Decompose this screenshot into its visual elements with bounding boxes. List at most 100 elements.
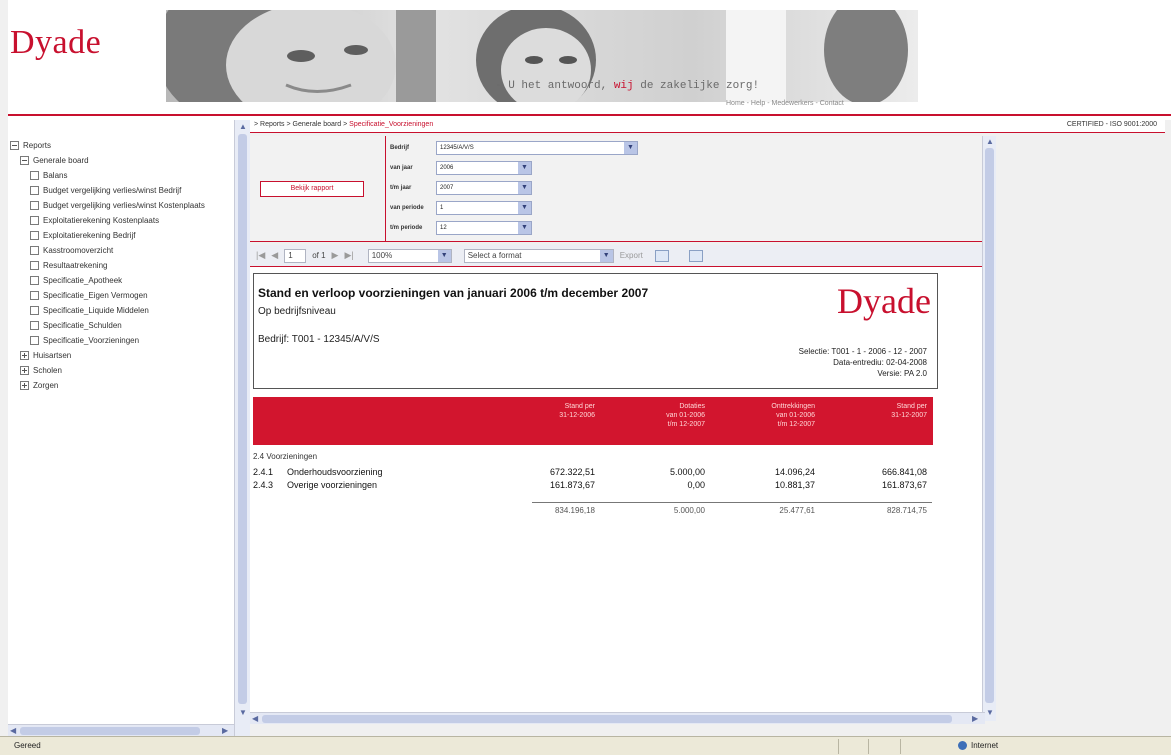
data-entry-line: Data-entrediu: 02-04-2008	[833, 358, 927, 367]
tree-item[interactable]: Budget vergelijking verlies/winst Kosten…	[10, 198, 234, 213]
export-link[interactable]: Export	[620, 251, 643, 260]
plus-box-icon[interactable]	[20, 381, 29, 390]
chevron-down-icon[interactable]: ▼	[624, 142, 637, 154]
tree-item-label: Specificatie_Schulden	[43, 321, 122, 330]
tree-vertical-scrollbar[interactable]: ▲ ▼	[234, 120, 250, 736]
scroll-left-arrow-icon[interactable]: ◀	[10, 726, 16, 735]
parameter-panel: Bekijk rapport Bedrijf 12345/A/V/S ▼ van…	[250, 136, 985, 242]
select-value: 2007	[440, 185, 454, 191]
scroll-thumb[interactable]	[985, 148, 994, 703]
tree-item[interactable]: Scholen	[10, 363, 234, 378]
tree-item[interactable]: Huisartsen	[10, 348, 234, 363]
breadcrumb: > Reports > Generale board > Specificati…	[254, 121, 433, 128]
dyade-logo[interactable]: Dyade	[10, 24, 101, 62]
tree-item-label: Specificatie_Eigen Vermogen	[43, 291, 148, 300]
row-code: 2.4.1	[253, 467, 274, 477]
doc-icon	[30, 321, 39, 330]
scroll-thumb[interactable]	[20, 727, 200, 735]
certification-label: CERTIFIED - ISO 9001:2000	[1066, 121, 1157, 128]
doc-icon	[30, 201, 39, 210]
first-page-icon[interactable]: |◀	[256, 250, 265, 261]
tree-item-label: Budget vergelijking verlies/winst Bedrij…	[43, 186, 182, 195]
export-format-select[interactable]: Select a format ▼	[463, 248, 614, 263]
chevron-down-icon[interactable]: ▼	[437, 249, 451, 262]
doc-icon	[30, 261, 39, 270]
param-row-van-jaar: van jaar 2006 ▼	[390, 160, 532, 176]
doc-icon	[30, 246, 39, 255]
tree-item-label: Kasstroomoverzicht	[43, 246, 114, 255]
tree-horizontal-scrollbar[interactable]: ◀ ▶	[8, 724, 234, 736]
scroll-right-arrow-icon[interactable]: ▶	[972, 714, 978, 723]
tree-item[interactable]: Exploitatierekening Bedrijf	[10, 228, 234, 243]
chevron-down-icon[interactable]: ▼	[518, 162, 531, 174]
param-label: van periode	[390, 205, 424, 211]
plus-box-icon[interactable]	[20, 351, 29, 360]
param-label: t/m periode	[390, 225, 423, 231]
tree-item[interactable]: Exploitatierekening Kostenplaats	[10, 213, 234, 228]
tree-item-label: Resultaatrekening	[43, 261, 108, 270]
chevron-down-icon[interactable]: ▼	[518, 222, 531, 234]
report-company: Bedrijf: T001 - 12345/A/V/S	[258, 334, 380, 345]
next-page-icon[interactable]: ▶	[332, 250, 339, 261]
security-zone: Internet	[958, 741, 998, 750]
total-value: 25.477,61	[779, 506, 815, 515]
report-tree-pane: Reports Generale board Balans Budget vergel…	[8, 120, 234, 728]
cell-value: 161.873,67	[881, 480, 927, 490]
page-number-input[interactable]: 1	[284, 248, 307, 263]
scroll-thumb[interactable]	[238, 134, 247, 704]
scroll-up-arrow-icon[interactable]: ▲	[986, 137, 994, 146]
print-icon[interactable]	[688, 249, 703, 262]
cell-value: 10.881,37	[774, 480, 815, 490]
tree-item[interactable]: Resultaatrekening	[10, 258, 234, 273]
tree-item[interactable]: Specificatie_Apotheek	[10, 273, 234, 288]
zoom-select[interactable]: 100% ▼	[367, 248, 452, 263]
tagline-highlight: wij	[613, 80, 634, 92]
cell-value: 666.841,08	[881, 467, 927, 477]
tree-item[interactable]: Specificatie_Schulden	[10, 318, 234, 333]
minus-box-icon[interactable]	[20, 156, 29, 165]
previous-page-icon[interactable]: ◀	[271, 250, 278, 261]
breadcrumb-path[interactable]: > Reports > Generale board >	[254, 121, 349, 128]
van-periode-select[interactable]: 1 ▼	[436, 201, 532, 215]
scroll-down-arrow-icon[interactable]: ▼	[239, 708, 247, 717]
totals-row: 834.196,18 5.000,00 25.477,61 828.714,75	[253, 506, 933, 517]
minus-box-icon[interactable]	[10, 141, 19, 150]
chevron-down-icon[interactable]: ▼	[518, 182, 531, 194]
report-vertical-scrollbar[interactable]: ▲ ▼	[982, 136, 996, 721]
report-horizontal-scrollbar[interactable]: ◀ ▶	[250, 712, 985, 724]
tree-item[interactable]: Zorgen	[10, 378, 234, 393]
scroll-up-arrow-icon[interactable]: ▲	[239, 122, 247, 131]
chevron-down-icon[interactable]: ▼	[599, 249, 613, 262]
bedrijf-select[interactable]: 12345/A/V/S ▼	[436, 141, 638, 155]
report-tree: Reports Generale board Balans Budget vergel…	[8, 120, 234, 393]
tree-item-label: Specificatie_Voorzieningen	[43, 336, 140, 345]
tree-item[interactable]: Specificatie_Eigen Vermogen	[10, 288, 234, 303]
tree-item-label: Specificatie_Apotheek	[43, 276, 123, 285]
report-subtitle: Op bedrijfsniveau	[258, 306, 336, 317]
tree-item[interactable]: Specificatie_Voorzieningen	[10, 333, 234, 348]
tree-item[interactable]: Specificatie_Liquide Middelen	[10, 303, 234, 318]
van-jaar-select[interactable]: 2006 ▼	[436, 161, 532, 175]
scroll-down-arrow-icon[interactable]: ▼	[986, 708, 994, 717]
last-page-icon[interactable]: ▶|	[344, 250, 353, 261]
breadcrumb-current: Specificatie_Voorzieningen	[349, 121, 434, 128]
tree-item[interactable]: Balans	[10, 168, 234, 183]
scroll-left-arrow-icon[interactable]: ◀	[252, 714, 258, 723]
scroll-thumb[interactable]	[262, 715, 952, 723]
doc-icon	[30, 306, 39, 315]
doc-icon	[30, 231, 39, 240]
tree-item[interactable]: Kasstroomoverzicht	[10, 243, 234, 258]
view-report-button[interactable]: Bekijk rapport	[260, 181, 364, 197]
report-toolbar: |◀ ◀ 1 of 1 ▶ ▶| 100% ▼ Select a format …	[250, 245, 985, 267]
top-nav-links[interactable]: Home - Help - Medewerkers - Contact	[726, 100, 844, 107]
tree-item[interactable]: Budget vergelijking verlies/winst Bedrij…	[10, 183, 234, 198]
refresh-icon[interactable]	[654, 249, 669, 262]
scroll-right-arrow-icon[interactable]: ▶	[222, 726, 228, 735]
tm-jaar-select[interactable]: 2007 ▼	[436, 181, 532, 195]
tm-periode-select[interactable]: 12 ▼	[436, 221, 532, 235]
tree-item[interactable]: Reports	[10, 138, 234, 153]
tree-item-label: Huisartsen	[33, 351, 72, 360]
chevron-down-icon[interactable]: ▼	[518, 202, 531, 214]
plus-box-icon[interactable]	[20, 366, 29, 375]
tree-item[interactable]: Generale board	[10, 153, 234, 168]
